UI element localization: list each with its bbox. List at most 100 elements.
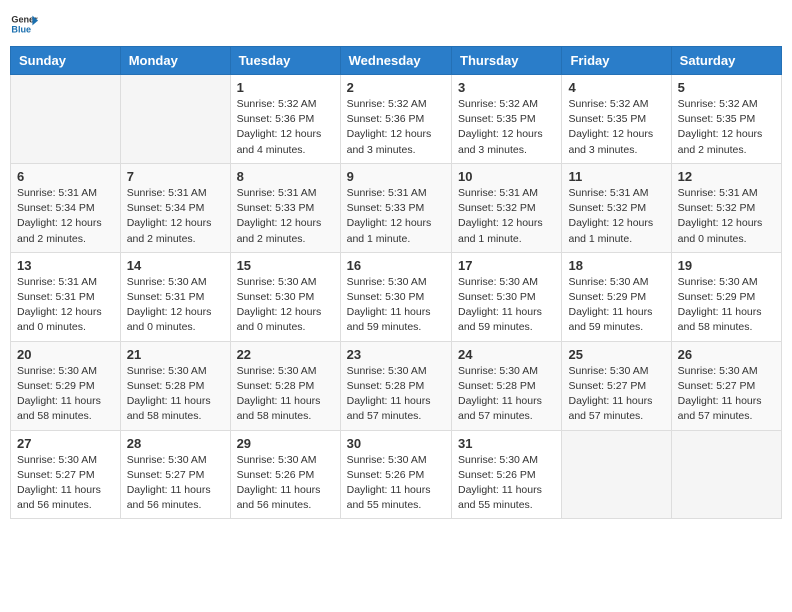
calendar-cell: 8 Sunrise: 5:31 AM Sunset: 5:33 PM Daylig… xyxy=(230,163,340,252)
calendar-body: 1 Sunrise: 5:32 AM Sunset: 5:36 PM Daylig… xyxy=(11,75,782,519)
calendar-cell: 21 Sunrise: 5:30 AM Sunset: 5:28 PM Dayli… xyxy=(120,341,230,430)
calendar-cell: 31 Sunrise: 5:30 AM Sunset: 5:26 PM Dayli… xyxy=(452,430,562,519)
calendar-cell: 5 Sunrise: 5:32 AM Sunset: 5:35 PM Daylig… xyxy=(671,75,781,164)
day-info: Sunrise: 5:30 AM Sunset: 5:28 PM Dayligh… xyxy=(127,364,224,425)
day-number: 6 xyxy=(17,169,114,184)
day-info: Sunrise: 5:30 AM Sunset: 5:26 PM Dayligh… xyxy=(237,453,334,514)
day-info: Sunrise: 5:30 AM Sunset: 5:28 PM Dayligh… xyxy=(458,364,555,425)
day-info: Sunrise: 5:30 AM Sunset: 5:30 PM Dayligh… xyxy=(237,275,334,336)
day-number: 9 xyxy=(347,169,445,184)
day-number: 7 xyxy=(127,169,224,184)
weekday-monday: Monday xyxy=(120,47,230,75)
weekday-thursday: Thursday xyxy=(452,47,562,75)
day-number: 25 xyxy=(568,347,664,362)
day-number: 1 xyxy=(237,80,334,95)
week-row-3: 13 Sunrise: 5:31 AM Sunset: 5:31 PM Dayli… xyxy=(11,252,782,341)
calendar-cell: 3 Sunrise: 5:32 AM Sunset: 5:35 PM Daylig… xyxy=(452,75,562,164)
day-number: 29 xyxy=(237,436,334,451)
calendar-cell: 23 Sunrise: 5:30 AM Sunset: 5:28 PM Dayli… xyxy=(340,341,451,430)
day-info: Sunrise: 5:30 AM Sunset: 5:30 PM Dayligh… xyxy=(347,275,445,336)
day-info: Sunrise: 5:31 AM Sunset: 5:34 PM Dayligh… xyxy=(17,186,114,247)
week-row-4: 20Sunrise: 5:30 AM Sunset: 5:29 PM Dayli… xyxy=(11,341,782,430)
header: General Blue xyxy=(10,10,782,38)
day-info: Sunrise: 5:30 AM Sunset: 5:31 PM Dayligh… xyxy=(127,275,224,336)
logo: General Blue xyxy=(10,10,38,38)
day-info: Sunrise: 5:30 AM Sunset: 5:28 PM Dayligh… xyxy=(347,364,445,425)
calendar-cell: 20Sunrise: 5:30 AM Sunset: 5:29 PM Dayli… xyxy=(11,341,121,430)
day-info: Sunrise: 5:30 AM Sunset: 5:26 PM Dayligh… xyxy=(458,453,555,514)
week-row-1: 1 Sunrise: 5:32 AM Sunset: 5:36 PM Daylig… xyxy=(11,75,782,164)
day-info: Sunrise: 5:30 AM Sunset: 5:28 PM Dayligh… xyxy=(237,364,334,425)
calendar: SundayMondayTuesdayWednesdayThursdayFrid… xyxy=(10,46,782,519)
logo-icon: General Blue xyxy=(10,10,38,38)
weekday-saturday: Saturday xyxy=(671,47,781,75)
week-row-5: 27 Sunrise: 5:30 AM Sunset: 5:27 PM Dayli… xyxy=(11,430,782,519)
day-number: 3 xyxy=(458,80,555,95)
calendar-cell: 28 Sunrise: 5:30 AM Sunset: 5:27 PM Dayli… xyxy=(120,430,230,519)
day-number: 11 xyxy=(568,169,664,184)
weekday-friday: Friday xyxy=(562,47,671,75)
calendar-cell: 30 Sunrise: 5:30 AM Sunset: 5:26 PM Dayli… xyxy=(340,430,451,519)
weekday-header-row: SundayMondayTuesdayWednesdayThursdayFrid… xyxy=(11,47,782,75)
day-info: Sunrise: 5:31 AM Sunset: 5:32 PM Dayligh… xyxy=(458,186,555,247)
calendar-cell: 1 Sunrise: 5:32 AM Sunset: 5:36 PM Daylig… xyxy=(230,75,340,164)
day-number: 27 xyxy=(17,436,114,451)
svg-text:Blue: Blue xyxy=(11,24,31,34)
calendar-cell xyxy=(562,430,671,519)
day-info: Sunrise: 5:30 AM Sunset: 5:27 PM Dayligh… xyxy=(127,453,224,514)
day-info: Sunrise: 5:30 AM Sunset: 5:27 PM Dayligh… xyxy=(678,364,775,425)
calendar-cell: 22 Sunrise: 5:30 AM Sunset: 5:28 PM Dayli… xyxy=(230,341,340,430)
day-number: 10 xyxy=(458,169,555,184)
day-number: 31 xyxy=(458,436,555,451)
calendar-cell: 29 Sunrise: 5:30 AM Sunset: 5:26 PM Dayli… xyxy=(230,430,340,519)
day-number: 8 xyxy=(237,169,334,184)
day-number: 24 xyxy=(458,347,555,362)
day-info: Sunrise: 5:30 AM Sunset: 5:27 PM Dayligh… xyxy=(568,364,664,425)
calendar-cell: 10 Sunrise: 5:31 AM Sunset: 5:32 PM Dayli… xyxy=(452,163,562,252)
day-info: Sunrise: 5:30 AM Sunset: 5:30 PM Dayligh… xyxy=(458,275,555,336)
day-info: Sunrise: 5:30 AM Sunset: 5:26 PM Dayligh… xyxy=(347,453,445,514)
day-info: Sunrise: 5:30 AM Sunset: 5:29 PM Dayligh… xyxy=(568,275,664,336)
weekday-sunday: Sunday xyxy=(11,47,121,75)
day-info: Sunrise: 5:32 AM Sunset: 5:35 PM Dayligh… xyxy=(568,97,664,158)
day-number: 28 xyxy=(127,436,224,451)
day-info: Sunrise: 5:31 AM Sunset: 5:31 PM Dayligh… xyxy=(17,275,114,336)
day-number: 19 xyxy=(678,258,775,273)
day-number: 13 xyxy=(17,258,114,273)
day-info: Sunrise: 5:32 AM Sunset: 5:35 PM Dayligh… xyxy=(678,97,775,158)
day-info: Sunrise: 5:31 AM Sunset: 5:33 PM Dayligh… xyxy=(347,186,445,247)
calendar-cell: 13 Sunrise: 5:31 AM Sunset: 5:31 PM Dayli… xyxy=(11,252,121,341)
day-number: 22 xyxy=(237,347,334,362)
day-info: Sunrise: 5:31 AM Sunset: 5:33 PM Dayligh… xyxy=(237,186,334,247)
calendar-cell: 18Sunrise: 5:30 AM Sunset: 5:29 PM Dayli… xyxy=(562,252,671,341)
day-info: Sunrise: 5:32 AM Sunset: 5:35 PM Dayligh… xyxy=(458,97,555,158)
calendar-cell: 12 Sunrise: 5:31 AM Sunset: 5:32 PM Dayli… xyxy=(671,163,781,252)
day-number: 12 xyxy=(678,169,775,184)
calendar-cell: 9 Sunrise: 5:31 AM Sunset: 5:33 PM Daylig… xyxy=(340,163,451,252)
calendar-cell: 16Sunrise: 5:30 AM Sunset: 5:30 PM Dayli… xyxy=(340,252,451,341)
day-info: Sunrise: 5:30 AM Sunset: 5:29 PM Dayligh… xyxy=(678,275,775,336)
calendar-cell: 6 Sunrise: 5:31 AM Sunset: 5:34 PM Daylig… xyxy=(11,163,121,252)
day-info: Sunrise: 5:32 AM Sunset: 5:36 PM Dayligh… xyxy=(237,97,334,158)
day-number: 23 xyxy=(347,347,445,362)
day-number: 14 xyxy=(127,258,224,273)
weekday-wednesday: Wednesday xyxy=(340,47,451,75)
day-info: Sunrise: 5:31 AM Sunset: 5:32 PM Dayligh… xyxy=(568,186,664,247)
calendar-cell: 17 Sunrise: 5:30 AM Sunset: 5:30 PM Dayli… xyxy=(452,252,562,341)
calendar-cell: 19 Sunrise: 5:30 AM Sunset: 5:29 PM Dayli… xyxy=(671,252,781,341)
day-info: Sunrise: 5:31 AM Sunset: 5:32 PM Dayligh… xyxy=(678,186,775,247)
day-number: 5 xyxy=(678,80,775,95)
day-number: 4 xyxy=(568,80,664,95)
day-number: 30 xyxy=(347,436,445,451)
calendar-cell: 15 Sunrise: 5:30 AM Sunset: 5:30 PM Dayli… xyxy=(230,252,340,341)
day-number: 15 xyxy=(237,258,334,273)
calendar-cell xyxy=(120,75,230,164)
calendar-cell: 7Sunrise: 5:31 AM Sunset: 5:34 PM Daylig… xyxy=(120,163,230,252)
week-row-2: 6 Sunrise: 5:31 AM Sunset: 5:34 PM Daylig… xyxy=(11,163,782,252)
calendar-cell xyxy=(11,75,121,164)
day-number: 17 xyxy=(458,258,555,273)
calendar-cell: 26Sunrise: 5:30 AM Sunset: 5:27 PM Dayli… xyxy=(671,341,781,430)
day-number: 21 xyxy=(127,347,224,362)
day-number: 20 xyxy=(17,347,114,362)
weekday-tuesday: Tuesday xyxy=(230,47,340,75)
